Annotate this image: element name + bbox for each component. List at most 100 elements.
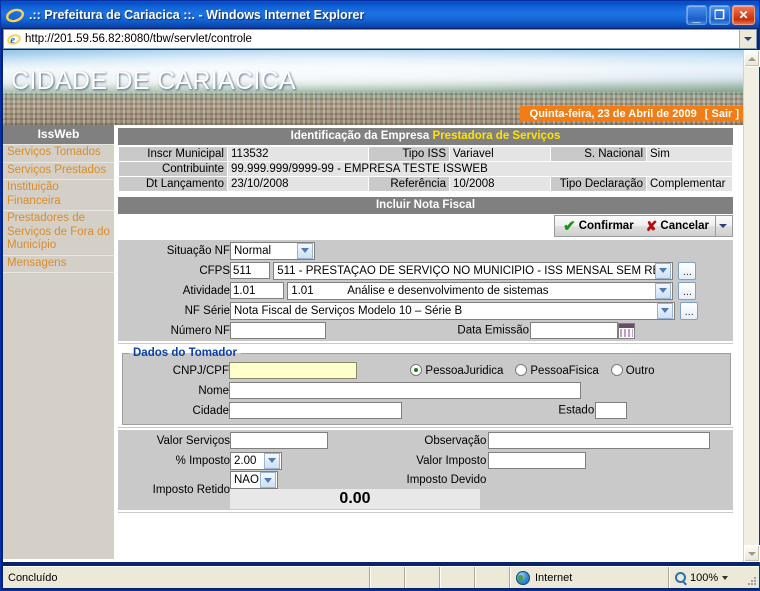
- imposto-retido-value: NÃO: [234, 474, 259, 486]
- situacao-nf-select[interactable]: Normal: [230, 241, 315, 260]
- company-header-text: Identificação da Empresa: [290, 130, 430, 142]
- status-pane-4: [475, 567, 510, 588]
- label-cidade: Cidade: [125, 401, 229, 420]
- spacer: [118, 510, 733, 512]
- cell-atividade: 1.01 Análise e desenvolvimento de sistema…: [230, 281, 733, 300]
- value-dt-lancamento: 23/10/2008: [228, 177, 368, 191]
- toolbar-button-group: ✔ Confirmar ✘ Cancelar: [554, 215, 733, 237]
- radio-pessoa-fisica[interactable]: PessoaFisica: [515, 363, 599, 377]
- nf-serie-select[interactable]: Nota Fiscal de Serviços Modelo 10 – Séri…: [230, 301, 675, 320]
- vertical-scrollbar[interactable]: [743, 50, 760, 562]
- label-imposto-retido: Imposto Retido: [118, 471, 230, 509]
- cell-valor-servicos: Observação: [230, 431, 733, 450]
- address-bar[interactable]: e http://201.59.56.82:8080/tbw/servlet/c…: [3, 29, 757, 49]
- calendar-icon[interactable]: [618, 322, 635, 339]
- security-zone[interactable]: Internet: [510, 567, 669, 588]
- dados-tomador-fieldset: Dados do Tomador CNPJ/CPF PessoaJuridica…: [122, 347, 731, 425]
- sidebar-item-servicos-tomados[interactable]: Serviços Tomados: [3, 145, 114, 163]
- maximize-button[interactable]: ❐: [709, 4, 730, 25]
- valor-imposto-input[interactable]: [488, 452, 587, 469]
- valor-servicos-input[interactable]: [230, 432, 328, 449]
- nome-input[interactable]: [229, 382, 581, 399]
- estado-input[interactable]: [595, 402, 628, 419]
- label-contribuinte: Contribuinte: [119, 162, 227, 176]
- label-tipo-declaracao: Tipo Declaração: [551, 177, 646, 191]
- address-dropdown-button[interactable]: [739, 30, 756, 48]
- sidebar-item-servicos-prestados[interactable]: Serviços Prestados: [3, 163, 114, 180]
- imposto-retido-select[interactable]: NÃO: [230, 471, 278, 489]
- zoom-level: 100%: [690, 571, 719, 584]
- field-row-nf-serie: NF Série Nota Fiscal de Serviços Modelo …: [118, 301, 733, 320]
- field-row-nome: Nome: [125, 381, 721, 400]
- cell-imposto-retido: NÃO Imposto Devido 0.00: [230, 471, 733, 509]
- label-nome: Nome: [125, 381, 229, 400]
- label-valor-imposto: Valor Imposto: [416, 454, 487, 467]
- atividade-description-code: 1.01: [291, 284, 314, 297]
- nf-serie-browse-button[interactable]: ...: [680, 301, 699, 320]
- radio-pessoa-juridica-label: PessoaJuridica: [425, 364, 504, 377]
- address-input[interactable]: http://201.59.56.82:8080/tbw/servlet/con…: [25, 33, 739, 45]
- status-pane-2: [405, 567, 440, 588]
- atividade-description-select[interactable]: 1.01 Análise e desenvolvimento de sistema…: [287, 281, 674, 300]
- field-row-cidade: Cidade Estado: [125, 401, 721, 420]
- check-icon: ✔: [563, 217, 576, 235]
- cfps-browse-button[interactable]: ...: [678, 261, 697, 280]
- confirm-button[interactable]: ✔ Confirmar: [557, 216, 640, 236]
- label-cfps: CFPS: [118, 261, 230, 280]
- cancel-button[interactable]: ✘ Cancelar: [640, 216, 715, 236]
- x-mark-icon: ✘: [645, 218, 658, 234]
- chevron-down-icon[interactable]: [722, 575, 729, 580]
- value-contribuinte: 99.999.999/9999-99 - EMPRESA TESTE ISSWE…: [228, 162, 732, 176]
- close-button[interactable]: ✕: [732, 4, 755, 25]
- site-banner: CIDADE DE CARIACICA Quinta-feira, 23 de …: [3, 50, 743, 125]
- radio-outro[interactable]: Outro: [610, 363, 655, 377]
- cell-cfps: 511 - PRESTAÇÃO DE SERVIÇO NO MUNICÍPIO …: [230, 261, 733, 280]
- value-tipo-iss: Variavel: [450, 147, 550, 161]
- minimize-button[interactable]: _: [686, 4, 707, 25]
- label-dt-lancamento: Dt Lançamento: [119, 177, 227, 191]
- cfps-description-select[interactable]: 511 - PRESTAÇÃO DE SERVIÇO NO MUNICÍPIO …: [273, 261, 674, 280]
- window-controls: _ ❐ ✕: [686, 4, 755, 25]
- scroll-down-button[interactable]: [744, 545, 760, 562]
- confirm-label: Confirmar: [578, 220, 634, 232]
- field-row-cfps: CFPS 511 - PRESTAÇÃO DE SERVIÇO NO MUNIC…: [118, 261, 733, 280]
- cfps-code-input[interactable]: [230, 262, 270, 279]
- cell-numero-nf: Data Emissão: [230, 321, 733, 340]
- data-emissao-input[interactable]: [530, 322, 618, 339]
- label-atividade: Atividade: [118, 281, 230, 300]
- label-valor-servicos: Valor Serviços: [118, 431, 230, 450]
- cell-cnpj-cpf: PessoaJuridica PessoaFisica Outro: [229, 361, 721, 380]
- logout-link[interactable]: [ Sair ]: [705, 108, 739, 120]
- label-observacao: Observação: [424, 434, 487, 447]
- company-section-header: Identificação da Empresa Prestadora de S…: [118, 128, 733, 145]
- pct-imposto-select[interactable]: 2.00: [230, 451, 282, 470]
- atividade-description-value: 1.01 Análise e desenvolvimento de sistema…: [288, 285, 655, 297]
- cidade-input[interactable]: [229, 402, 402, 419]
- maximize-icon: ❐: [714, 7, 725, 22]
- cnpj-cpf-input[interactable]: [229, 362, 357, 379]
- label-numero-nf: Número NF: [118, 321, 230, 340]
- scroll-up-button[interactable]: [744, 50, 760, 67]
- field-row-atividade: Atividade 1.01 Análise e desenvolvimento …: [118, 281, 733, 300]
- sidebar-item-instituicao-financeira[interactable]: Instituição Financeira: [3, 180, 114, 211]
- atividade-code-input[interactable]: [230, 282, 284, 299]
- label-estado: Estado: [558, 404, 595, 417]
- field-row-valor-servicos: Valor Serviços Observação: [118, 431, 733, 450]
- atividade-browse-button[interactable]: ...: [678, 281, 697, 300]
- status-pane-1: [370, 567, 405, 588]
- globe-icon: [516, 570, 530, 585]
- resize-grip[interactable]: [744, 573, 758, 587]
- label-tipo-iss: Tipo ISS: [369, 147, 449, 161]
- value-referencia: 10/2008: [450, 177, 550, 191]
- page-body: IssWeb Serviços Tomados Serviços Prestad…: [3, 125, 743, 559]
- sidebar-item-mensagens[interactable]: Mensagens: [3, 256, 114, 273]
- sidebar-item-prestadores-fora-municipio[interactable]: Prestadores de Serviços de Fora do Munic…: [3, 211, 114, 256]
- radio-pessoa-juridica[interactable]: PessoaJuridica: [410, 363, 504, 377]
- numero-nf-input[interactable]: [230, 322, 326, 339]
- nota-fiscal-form: Situação NF Normal CFPS 511 511 - PRESTA…: [118, 240, 733, 513]
- spacer: [118, 428, 733, 430]
- toolbar-more-button[interactable]: [715, 216, 730, 236]
- observacao-input[interactable]: [488, 432, 711, 449]
- cfps-description-value: 511 - PRESTAÇÃO DE SERVIÇO NO MUNICÍPIO …: [277, 264, 656, 277]
- label-referencia: Referência: [369, 177, 449, 191]
